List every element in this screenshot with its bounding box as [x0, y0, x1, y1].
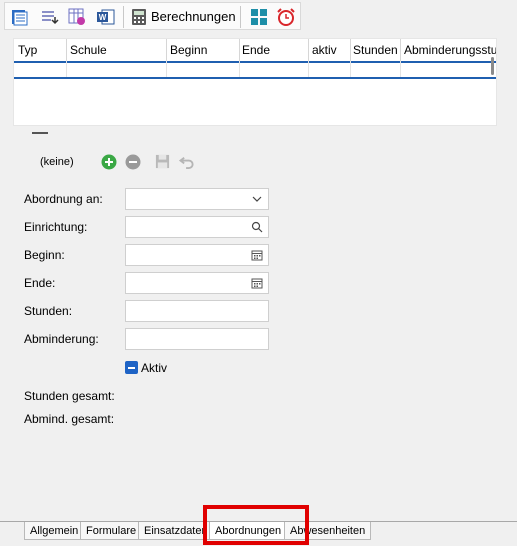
- tab-allgemein[interactable]: Allgemein: [24, 522, 85, 540]
- add-icon[interactable]: [101, 154, 117, 170]
- abminderung-label: Abminderung:: [24, 332, 99, 346]
- beginn-date-field[interactable]: [125, 244, 269, 266]
- svg-text:W: W: [99, 13, 107, 22]
- ende-label: Ende:: [24, 276, 56, 290]
- einrichtung-label: Einrichtung:: [24, 220, 88, 234]
- stunden-input[interactable]: [126, 301, 268, 321]
- ende-date-field[interactable]: [125, 272, 269, 294]
- beginn-label: Beginn:: [24, 248, 65, 262]
- word-icon[interactable]: W: [96, 7, 116, 27]
- column-header-beginn[interactable]: Beginn: [170, 43, 236, 57]
- table-header: Typ Schule Beginn Ende aktiv Stunden Abm…: [14, 39, 496, 61]
- table-row-border: [14, 77, 496, 79]
- abordnung-dropdown[interactable]: [125, 188, 269, 210]
- column-header-stunden[interactable]: Stunden: [353, 43, 401, 57]
- alarm-clock-icon[interactable]: [276, 7, 296, 27]
- remove-icon[interactable]: [125, 154, 141, 170]
- calendar-icon[interactable]: [251, 249, 263, 261]
- horizontal-scrollbar[interactable]: [32, 132, 48, 134]
- calculator-icon[interactable]: [129, 7, 149, 27]
- stunden-field[interactable]: [125, 300, 269, 322]
- vertical-scrollbar[interactable]: [491, 57, 494, 75]
- toolbar: W Berechnungen: [4, 2, 301, 30]
- abminderung-input[interactable]: [126, 329, 268, 349]
- schedule-icon[interactable]: [67, 7, 87, 27]
- save-icon[interactable]: [155, 154, 170, 169]
- abordnung-value[interactable]: [126, 189, 268, 209]
- undo-icon[interactable]: [179, 154, 195, 169]
- aktiv-label[interactable]: Aktiv: [141, 361, 167, 375]
- einrichtung-input[interactable]: [126, 217, 268, 237]
- calendar-icon[interactable]: [251, 277, 263, 289]
- column-header-schule[interactable]: Schule: [70, 43, 162, 57]
- calculations-button[interactable]: Berechnungen: [151, 9, 236, 24]
- list-icon[interactable]: [10, 7, 30, 27]
- abordnung-label: Abordnung an:: [24, 192, 103, 206]
- column-header-ende[interactable]: Ende: [242, 43, 308, 57]
- record-indicator: (keine): [40, 156, 74, 168]
- column-header-abminderung[interactable]: Abminderungsstu: [404, 43, 496, 57]
- aktiv-checkbox[interactable]: [125, 361, 138, 374]
- beginn-input[interactable]: [126, 245, 268, 265]
- export-icon[interactable]: [40, 7, 60, 27]
- abminderung-field[interactable]: [125, 328, 269, 350]
- abordnungen-table[interactable]: Typ Schule Beginn Ende aktiv Stunden Abm…: [13, 38, 497, 126]
- einrichtung-field[interactable]: [125, 216, 269, 238]
- table-row-border: [14, 61, 496, 63]
- stunden-label: Stunden:: [24, 304, 73, 318]
- highlight-box: [203, 505, 309, 545]
- dashboard-icon[interactable]: [249, 7, 269, 27]
- ende-input[interactable]: [126, 273, 268, 293]
- stunden-gesamt-label: Stunden gesamt:: [24, 389, 115, 403]
- abmind-gesamt-label: Abmind. gesamt:: [24, 412, 115, 426]
- column-header-aktiv[interactable]: aktiv: [312, 43, 348, 57]
- tab-formulare[interactable]: Formulare: [80, 522, 143, 540]
- chevron-down-icon[interactable]: [251, 193, 263, 205]
- search-icon[interactable]: [251, 221, 263, 233]
- toolbar-separator: [123, 6, 124, 28]
- column-header-typ[interactable]: Typ: [18, 43, 66, 57]
- toolbar-separator: [240, 6, 241, 28]
